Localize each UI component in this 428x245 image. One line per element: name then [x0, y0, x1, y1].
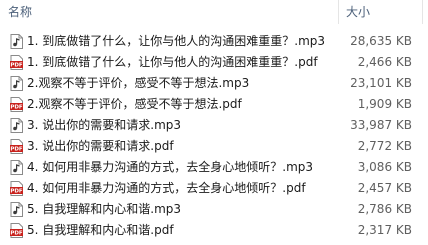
file-size: 3,086 KB [357, 160, 412, 174]
pdf-file-icon: PDF [10, 55, 23, 70]
audio-file-icon [10, 76, 23, 91]
svg-text:PDF: PDF [10, 231, 23, 237]
file-size: 28,635 KB [350, 34, 412, 48]
file-name: 2.观察不等于评价，感受不等于想法.pdf [27, 97, 242, 111]
pdf-file-icon: PDF [10, 223, 23, 238]
pdf-file-icon: PDF [10, 181, 23, 196]
sort-ascending-icon: ˄ [163, 0, 168, 8]
file-size: 2,466 KB [357, 55, 412, 69]
file-row[interactable]: 3. 说出你的需要和请求.mp3 33,987 KB [0, 115, 428, 136]
svg-text:PDF: PDF [10, 63, 23, 69]
svg-text:PDF: PDF [10, 147, 23, 153]
file-row[interactable]: PDF 3. 说出你的需要和请求.pdf 2,772 KB [0, 136, 428, 157]
file-size: 2,772 KB [357, 139, 412, 153]
file-name: 3. 说出你的需要和请求.pdf [27, 139, 174, 153]
file-row[interactable]: PDF 5. 自我理解和内心和谐.pdf 2,317 KB [0, 220, 428, 241]
svg-text:PDF: PDF [10, 189, 23, 195]
column-header: 名称 ˄ 大小 [0, 0, 428, 25]
svg-text:PDF: PDF [10, 105, 23, 111]
file-size: 1,909 KB [357, 97, 412, 111]
file-row[interactable]: PDF 1. 到底做错了什么，让你与他人的沟通困难重重？.pdf 2,466 KB [0, 52, 428, 73]
file-name: 5. 自我理解和内心和谐.mp3 [27, 202, 182, 216]
file-row[interactable]: PDF 4. 如何用非暴力沟通的方式，去全身心地倾听？.pdf 2,457 KB [0, 178, 428, 199]
column-divider[interactable] [338, 0, 339, 24]
column-header-size[interactable]: 大小 [346, 3, 370, 20]
audio-file-icon [10, 118, 23, 133]
file-name: 4. 如何用非暴力沟通的方式，去全身心地倾听？.pdf [27, 181, 306, 195]
column-divider[interactable] [422, 0, 423, 24]
file-name: 4. 如何用非暴力沟通的方式，去全身心地倾听？.mp3 [27, 160, 314, 174]
file-list: 1. 到底做错了什么，让你与他人的沟通困难重重？.mp3 28,635 KB PDF… [0, 31, 428, 241]
file-name: 1. 到底做错了什么，让你与他人的沟通困难重重？.pdf [27, 55, 318, 69]
file-name: 5. 自我理解和内心和谐.pdf [27, 223, 174, 237]
audio-file-icon [10, 34, 23, 49]
file-row[interactable]: 2.观察不等于评价，感受不等于想法.mp3 23,101 KB [0, 73, 428, 94]
file-name: 3. 说出你的需要和请求.mp3 [27, 118, 182, 132]
file-row[interactable]: 5. 自我理解和内心和谐.mp3 2,786 KB [0, 199, 428, 220]
file-size: 23,101 KB [350, 76, 412, 90]
file-row[interactable]: 4. 如何用非暴力沟通的方式，去全身心地倾听？.mp3 3,086 KB [0, 157, 428, 178]
file-row[interactable]: 1. 到底做错了什么，让你与他人的沟通困难重重？.mp3 28,635 KB [0, 31, 428, 52]
file-size: 2,317 KB [357, 223, 412, 237]
file-size: 2,786 KB [357, 202, 412, 216]
file-size: 33,987 KB [350, 118, 412, 132]
file-name: 1. 到底做错了什么，让你与他人的沟通困难重重？.mp3 [27, 34, 326, 48]
audio-file-icon [10, 160, 23, 175]
file-name: 2.观察不等于评价，感受不等于想法.mp3 [27, 76, 250, 90]
file-row[interactable]: PDF 2.观察不等于评价，感受不等于想法.pdf 1,909 KB [0, 94, 428, 115]
file-size: 2,457 KB [357, 181, 412, 195]
pdf-file-icon: PDF [10, 97, 23, 112]
column-header-name[interactable]: 名称 [8, 3, 32, 20]
pdf-file-icon: PDF [10, 139, 23, 154]
audio-file-icon [10, 202, 23, 217]
